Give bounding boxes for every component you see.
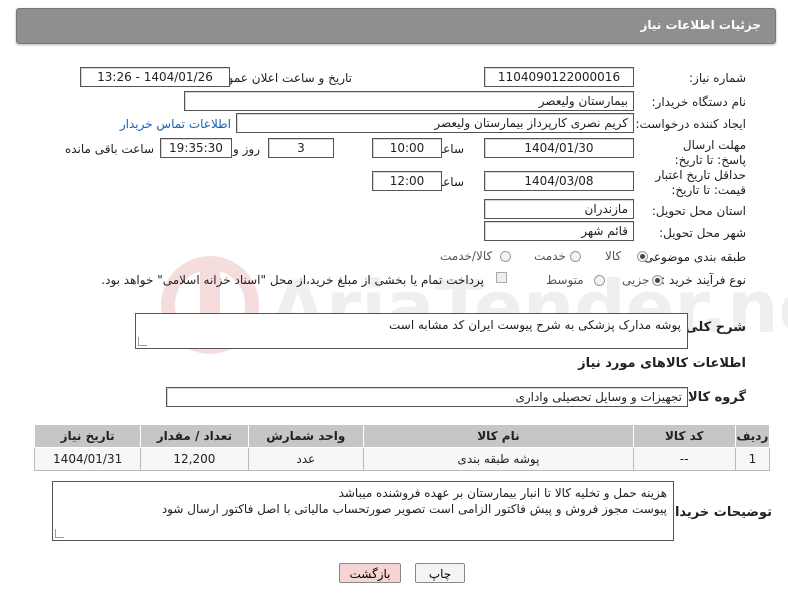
cell-quantity: 12,200 (140, 447, 249, 471)
days-label: روز و (233, 142, 260, 156)
requester-label: ایجاد کننده درخواست: (635, 117, 746, 131)
table-header-row: ردیف کد کالا نام کالا واحد شمارش تعداد /… (33, 424, 771, 448)
price-validity-date-field: 1404/03/08 (484, 171, 634, 191)
buyer-notes-textarea[interactable]: هزینه حمل و تخلیه کالا تا انبار بیمارستا… (52, 481, 674, 541)
page-header: جزئیات اطلاعات نیاز (16, 8, 776, 44)
buyer-org-label: نام دستگاه خریدار: (651, 95, 747, 109)
watermark-logo: AriaTender.neT (161, 256, 788, 354)
print-button[interactable]: چاپ (415, 563, 465, 583)
response-deadline-label-text: مهلت ارسال پاسخ: تا تاریخ: (674, 138, 746, 167)
items-table: ردیف کد کالا نام کالا واحد شمارش تعداد /… (33, 424, 771, 471)
response-deadline-label: مهلت ارسال پاسخ: تا تاریخ: (651, 138, 746, 168)
time-remaining-field: 19:35:30 (160, 138, 232, 158)
resize-handle-icon[interactable] (138, 337, 147, 346)
days-remaining-field: 3 (268, 138, 334, 158)
category-option-service: خدمت (534, 249, 566, 263)
col-header-unit: واحد شمارش (247, 424, 365, 448)
description-textarea[interactable]: پوشه مدارک پزشکی به شرح پیوست ایران کد م… (135, 313, 688, 349)
col-header-need-date: تاریخ نیاز (33, 424, 142, 448)
need-number-label: شماره نیاز: (689, 71, 746, 85)
requester-field: کریم نصری کارپرداز بیمارستان ولیعصر (236, 113, 634, 133)
delivery-province-label: استان محل تحویل: (651, 204, 746, 218)
page-title: جزئیات اطلاعات نیاز (640, 18, 761, 32)
category-radio-service[interactable] (570, 251, 581, 262)
price-validity-label: حداقل تاریخ اعتبار قیمت: تا تاریخ: (628, 168, 746, 198)
cell-need-date: 1404/01/31 (33, 447, 142, 471)
buyer-notes-label: توضیحات خریدار: (662, 505, 772, 520)
delivery-city-field: قائم شهر (484, 221, 634, 241)
cell-row-number: 1 (734, 447, 771, 471)
process-option-medium: متوسط (546, 273, 584, 287)
table-row: 1 -- پوشه طبقه بندی عدد 12,200 1404/01/3… (33, 447, 771, 471)
buyer-org-field: بیمارستان ولیعصر (184, 91, 634, 111)
buyer-contact-link[interactable]: اطلاعات تماس خریدار (120, 117, 231, 131)
process-radio-minor[interactable] (652, 275, 663, 286)
process-radio-medium[interactable] (594, 275, 605, 286)
treasury-note: پرداخت تمام یا بخشی از مبلغ خرید،از محل … (101, 273, 484, 287)
goods-group-field: تجهیزات و وسایل تحصیلی واداری (166, 387, 688, 407)
need-number-field: 1104090122000016 (484, 67, 634, 87)
price-validity-time-field: 12:00 (372, 171, 442, 191)
goods-group-label: گروه کالا: (682, 390, 746, 405)
buyer-notes-line-1: هزینه حمل و تخلیه کالا تا انبار بیمارستا… (338, 486, 667, 500)
col-header-quantity: تعداد / مقدار (140, 424, 249, 448)
delivery-city-label: شهر محل تحویل: (659, 226, 746, 240)
category-label: طبقه بندی موضوعی: (639, 250, 746, 264)
items-section-title: اطلاعات کالاهای مورد نیاز (578, 356, 746, 371)
col-header-item-name: نام کالا (363, 424, 634, 448)
cell-item-name: پوشه طبقه بندی (363, 447, 634, 471)
cell-item-code: -- (632, 447, 736, 471)
col-header-item-code: کد کالا (632, 424, 736, 448)
category-option-goods: کالا (605, 249, 622, 263)
category-radio-goods[interactable] (637, 251, 648, 262)
treasury-checkbox[interactable] (496, 272, 507, 283)
back-button[interactable]: بازگشت (339, 563, 401, 583)
response-time-field: 10:00 (372, 138, 442, 158)
price-validity-label-text: حداقل تاریخ اعتبار قیمت: تا تاریخ: (655, 168, 746, 197)
announce-datetime-field: 1404/01/26 - 13:26 (80, 67, 230, 87)
process-option-minor: جزیی (622, 273, 650, 287)
col-header-row-number: ردیف (734, 424, 771, 448)
delivery-province-field: مازندران (484, 199, 634, 219)
process-type-label: نوع فرآیند خرید : (661, 273, 746, 287)
category-radio-goods-service[interactable] (500, 251, 511, 262)
response-date-field: 1404/01/30 (484, 138, 634, 158)
cell-unit: عدد (247, 447, 365, 471)
description-text: پوشه مدارک پزشکی به شرح پیوست ایران کد م… (389, 318, 681, 332)
buyer-notes-line-2: پیوست مجوز فروش و پیش فاکتور الزامی است … (161, 502, 667, 516)
resize-handle-icon[interactable] (55, 529, 64, 538)
time-remaining-label: ساعت باقی مانده (64, 142, 154, 156)
category-option-goods-service: کالا/خدمت (440, 249, 493, 263)
